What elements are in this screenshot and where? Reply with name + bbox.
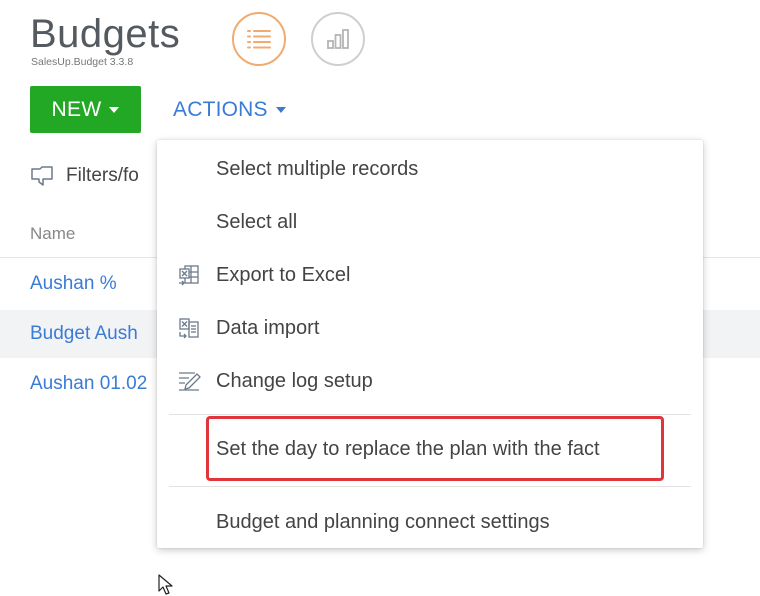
menu-item-label: Change log setup (216, 369, 373, 392)
list-view-icon (247, 30, 271, 49)
filters-folders-button[interactable]: Filters/fo (30, 165, 139, 187)
new-button[interactable]: NEW (30, 86, 141, 133)
change-log-icon (179, 372, 201, 391)
menu-item-label: Data import (216, 316, 320, 339)
chart-view-button[interactable] (311, 12, 365, 66)
menu-item-label: Select multiple records (216, 157, 419, 180)
excel-export-icon (179, 265, 199, 286)
list-view-button[interactable] (232, 12, 286, 66)
menu-item-label: Export to Excel (216, 263, 351, 286)
menu-item-select-all[interactable]: Select all (157, 202, 703, 242)
chart-view-icon (327, 29, 349, 49)
actions-dropdown-menu: Select multiple records Select all Expor… (157, 140, 703, 548)
new-button-label: NEW (51, 97, 102, 121)
filters-label: Filters/fo (66, 165, 139, 186)
actions-button[interactable]: ACTIONS (173, 96, 286, 124)
row-name-link[interactable]: Budget Aush (30, 323, 138, 345)
menu-item-change-log-setup[interactable]: Change log setup (157, 361, 703, 401)
name-column-header[interactable]: Name (30, 224, 75, 244)
page-subtitle: SalesUp.Budget 3.3.8 (31, 56, 134, 68)
page-title: Budgets (30, 12, 181, 56)
data-import-icon (179, 318, 199, 339)
menu-item-data-import[interactable]: Data import (157, 308, 703, 348)
menu-item-export-to-excel[interactable]: Export to Excel (157, 255, 703, 295)
actions-button-label: ACTIONS (173, 98, 268, 121)
menu-divider (169, 414, 691, 415)
chevron-down-icon (275, 107, 286, 113)
row-name-link[interactable]: Aushan % (30, 273, 117, 295)
row-name-link[interactable]: Aushan 01.02 (30, 373, 147, 395)
menu-item-label: Select all (216, 210, 298, 233)
chevron-down-icon (109, 106, 120, 113)
menu-item-label: Budget and planning connect settings (216, 510, 550, 533)
highlight-box (206, 416, 664, 481)
mouse-cursor-icon (158, 574, 173, 595)
menu-item-budget-planning-connect-settings[interactable]: Budget and planning connect settings (157, 502, 703, 542)
menu-item-select-multiple-records[interactable]: Select multiple records (157, 149, 703, 189)
menu-divider (169, 486, 691, 487)
filter-icon (31, 166, 53, 186)
